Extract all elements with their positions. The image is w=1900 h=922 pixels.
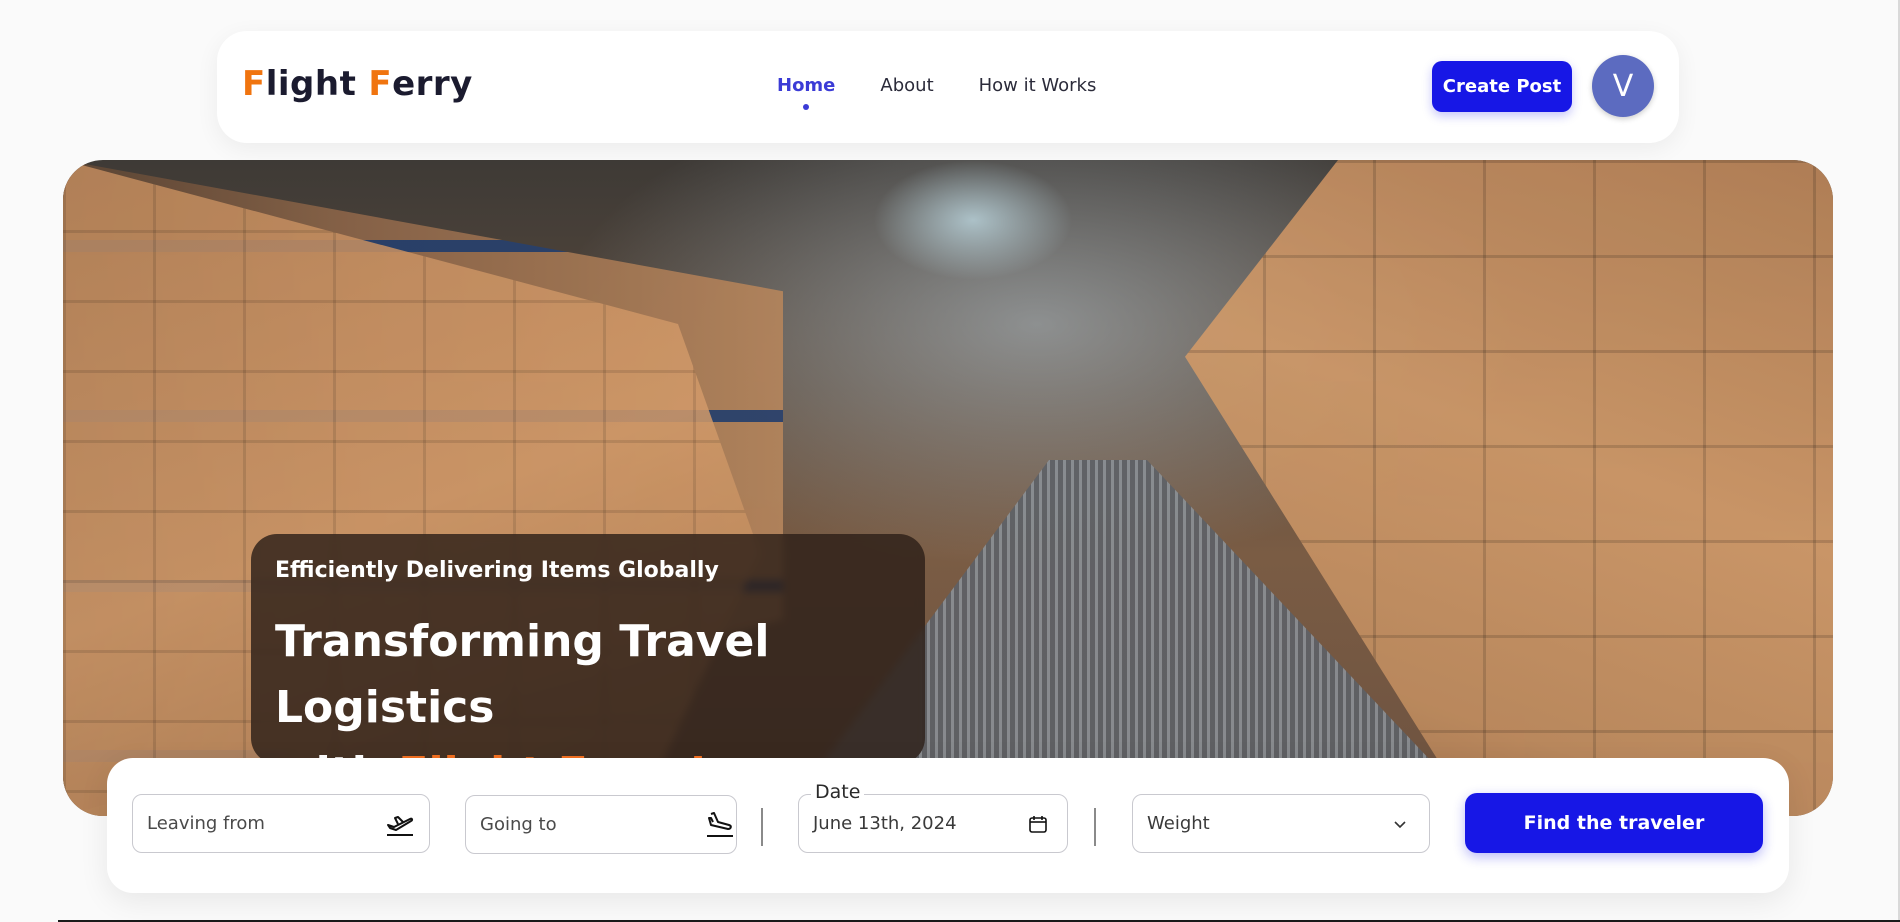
logo-initial-f1: F (242, 64, 266, 104)
calendar-icon[interactable] (1023, 809, 1053, 839)
leaving-from-field[interactable] (132, 794, 430, 853)
airplane-landing-icon (705, 810, 735, 840)
user-avatar[interactable]: V (1592, 55, 1654, 117)
search-panel: Date June 13th, 2024 Weight Find the tra… (107, 758, 1789, 893)
field-divider (1094, 808, 1096, 846)
date-field[interactable]: Date June 13th, 2024 (798, 781, 1068, 853)
weight-select[interactable]: Weight (1132, 794, 1430, 853)
hero-title-line1: Transforming Travel Logistics (275, 616, 770, 733)
top-navbar: Flight Ferry Home About How it Works Crea… (217, 31, 1679, 143)
field-divider (761, 808, 763, 846)
nav-home[interactable]: Home (777, 75, 835, 96)
chevron-down-icon (1385, 809, 1415, 839)
weight-value[interactable]: Weight (1147, 813, 1385, 834)
logo-word-1: light (265, 64, 357, 104)
date-value[interactable]: June 13th, 2024 (813, 813, 1023, 834)
logo-initial-f2: F (368, 64, 393, 104)
going-to-field[interactable] (465, 795, 737, 854)
hero-banner: Efficiently Delivering Items Globally Tr… (63, 160, 1833, 816)
brand-logo[interactable]: Flight Ferry (242, 64, 473, 104)
leaving-from-input[interactable] (147, 813, 385, 834)
going-to-input[interactable] (480, 814, 705, 835)
create-post-button[interactable]: Create Post (1432, 61, 1572, 112)
nav-how-it-works[interactable]: How it Works (979, 75, 1097, 96)
find-traveler-button[interactable]: Find the traveler (1465, 793, 1763, 853)
nav-about[interactable]: About (880, 75, 933, 96)
hero-subtitle: Efficiently Delivering Items Globally (275, 558, 719, 583)
main-nav: Home About How it Works (777, 75, 1096, 96)
hero-text-card: Efficiently Delivering Items Globally Tr… (251, 534, 925, 799)
hero-bg-light (873, 160, 1073, 280)
date-label: Date (811, 781, 865, 803)
airplane-takeoff-icon (385, 809, 415, 839)
logo-word-2: erry (392, 64, 473, 104)
